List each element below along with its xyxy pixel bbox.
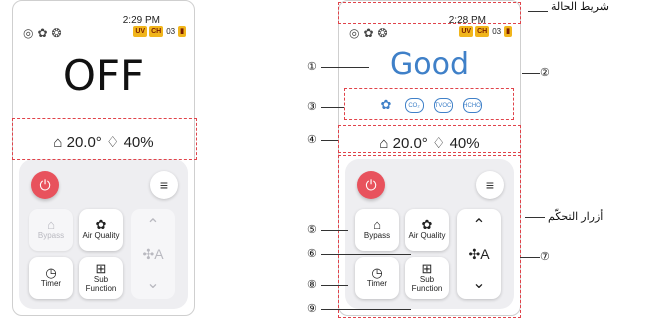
- readout-highlight: [12, 118, 197, 160]
- marker-2: ②: [540, 67, 550, 79]
- marker-4: ④: [307, 134, 317, 146]
- marker-1: ①: [307, 61, 317, 73]
- readout-highlight: [338, 125, 521, 153]
- clock-icon: ◷: [45, 265, 57, 280]
- air-quality-status: Good: [390, 47, 469, 82]
- bypass-status-icon: ▮: [178, 26, 186, 37]
- grid-icon: ⊞: [95, 260, 107, 276]
- ch-badge: CH: [149, 26, 164, 37]
- fan-speed-control: ⌃ ✣A ⌄: [131, 209, 175, 299]
- sub-function-label: Sub Function: [85, 274, 117, 293]
- wifi-icon: ◎: [349, 26, 360, 40]
- leader-line: [525, 217, 545, 218]
- status-icons: ◎ ✿ ❂: [349, 26, 388, 40]
- leader-line: [528, 11, 548, 12]
- fan-icon: ✿: [363, 26, 374, 40]
- wifi-icon: ◎: [23, 26, 34, 40]
- timer-label: Timer: [40, 279, 62, 288]
- leader-line: [321, 254, 411, 255]
- menu-button[interactable]: ≡: [150, 171, 178, 199]
- status-badges: UV CH 03 ▮: [459, 26, 512, 37]
- ch-badge: CH: [475, 26, 490, 37]
- marker-8: ⑧: [307, 279, 317, 291]
- leader-line: [321, 309, 411, 310]
- leader-line: [522, 73, 540, 74]
- aq-indicators-highlight: [344, 88, 514, 120]
- chevron-up-icon[interactable]: ⌃: [146, 215, 159, 235]
- leader-line: [321, 285, 348, 286]
- status-bar-label: شريط الحالة: [551, 1, 609, 13]
- sub-function-button[interactable]: ⊞ Sub Function: [79, 257, 123, 299]
- status-badges: UV CH 03 ▮: [133, 26, 186, 37]
- bypass-status-icon: ▮: [504, 26, 512, 37]
- uv-badge: UV: [133, 26, 148, 37]
- chevron-down-icon[interactable]: ⌄: [146, 273, 159, 293]
- fan-icon: ✿: [37, 26, 48, 40]
- main-status: OFF: [62, 51, 145, 100]
- uv-badge: UV: [459, 26, 474, 37]
- leader-line: [321, 67, 369, 68]
- air-quality-label: Air Quality: [82, 231, 120, 240]
- air-quality-button[interactable]: ✿ Air Quality: [79, 209, 123, 251]
- status-icons: ◎ ✿ ❂: [23, 26, 62, 40]
- power-button[interactable]: ⏻: [31, 171, 59, 199]
- menu-icon: ≡: [159, 177, 169, 193]
- leader-line: [321, 107, 344, 108]
- marker-3: ③: [307, 101, 317, 113]
- bypass-button[interactable]: ⌂ Bypass: [29, 209, 73, 251]
- o3-badge: 03: [166, 27, 176, 36]
- house-icon: ⌂: [47, 217, 55, 232]
- control-area-highlight: [338, 155, 521, 318]
- status-bar-highlight: [338, 2, 521, 24]
- gear-icon: ❂: [377, 26, 388, 40]
- gear-icon: ❂: [51, 26, 62, 40]
- marker-5: ⑤: [307, 224, 317, 236]
- o3-badge: 03: [492, 27, 502, 36]
- control-buttons-label: أزرار التحكّم: [548, 211, 604, 223]
- marker-7: ⑦: [540, 251, 550, 263]
- status-time: 2:29 PM: [122, 15, 160, 26]
- control-area: ⏻ ≡ ⌂ Bypass ✿ Air Quality ◷ Timer ⊞ Sub…: [19, 159, 188, 309]
- leader-line: [321, 230, 348, 231]
- leader-line: [321, 140, 338, 141]
- bypass-label: Bypass: [37, 231, 65, 240]
- air-quality-icon: ✿: [95, 217, 107, 232]
- fan-speed-display: ✣A: [142, 245, 164, 262]
- power-icon: ⏻: [39, 176, 51, 193]
- leader-line: [520, 257, 540, 258]
- timer-button[interactable]: ◷ Timer: [29, 257, 73, 299]
- marker-6: ⑥: [307, 248, 317, 260]
- marker-9: ⑨: [307, 303, 317, 315]
